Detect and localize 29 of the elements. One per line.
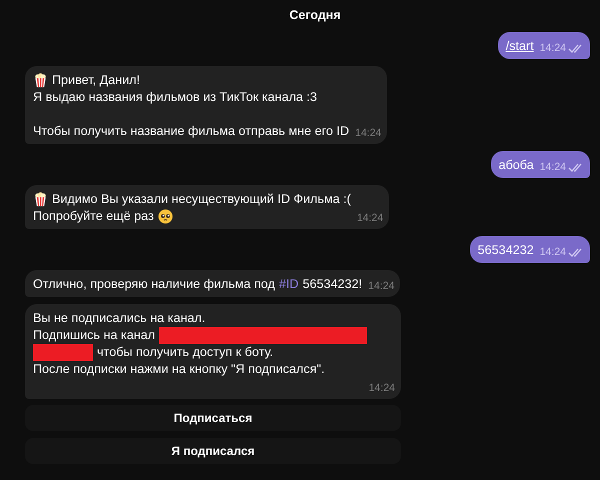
hashtag-link[interactable]: #ID [279,276,299,293]
message-time: 14:24 [368,279,394,294]
inline-keyboard-button[interactable]: Я подписался [25,438,401,464]
pleading-face-emoji-icon [158,209,173,224]
message-text: чтобы получить доступ к боту. [97,344,274,361]
message-text: абоба [498,157,534,174]
date-label: Сегодня [288,8,341,22]
message-time: 14:24 [540,245,566,260]
message-time: 14:24 [540,41,566,56]
message-text: Я выдаю названия фильмов из ТикТок канала :3 [33,89,318,106]
message-time: 14:24 [356,211,384,226]
message-text: Отлично, проверяю наличие фильма под [33,276,275,293]
message-text: После подписки нажми на кнопку "Я подписался". [33,361,325,378]
message-text: Подпишись на канал [33,327,156,344]
message-text: Чтобы получить название фильма отправь мне его ID [33,123,350,140]
inline-keyboard-button[interactable]: Подписаться [25,405,401,431]
command-link[interactable]: /start [506,38,534,55]
popcorn-icon [33,73,48,88]
message-text: Привет, Данил! [52,72,140,89]
message-text: 56534232! [302,276,362,293]
message-text: Попробуйте ещё раз [33,208,154,225]
message-time: 14:24 [355,126,382,141]
redaction-bar [33,344,93,361]
message-time: 14:24 [368,381,395,396]
message-time: 14:24 [540,160,566,175]
message-text: Видимо Вы указали несуществующий ID Фильма :( [52,191,351,208]
popcorn-icon [33,192,48,207]
message-text: Вы не подписались на канал. [33,310,206,327]
message-text: 56534232 [478,242,534,259]
